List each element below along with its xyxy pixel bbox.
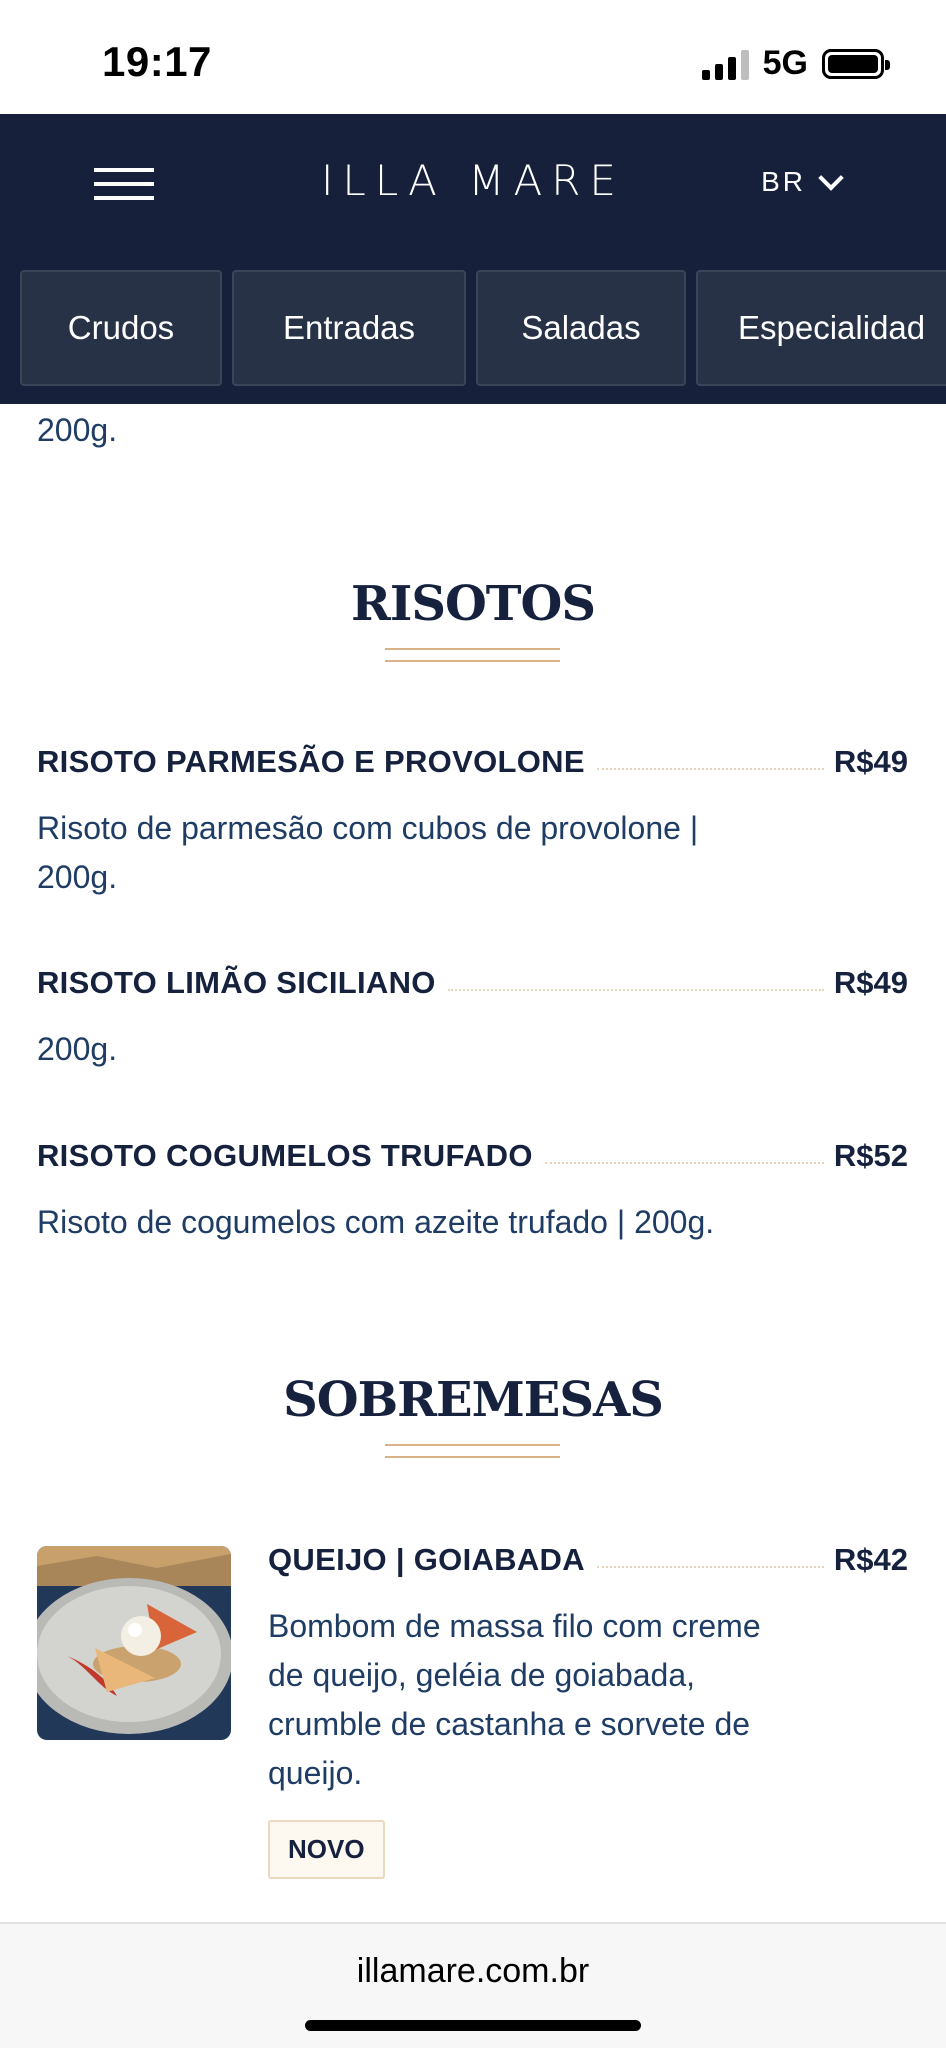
status-time: 19:17 [102, 38, 212, 85]
item-price: R$52 [833, 1138, 908, 1173]
site-header: ILLA MARE BR Crudos Entradas Saladas Esp… [0, 114, 946, 404]
menu-item: QUEIJO | GOIABADA R$42 Bombom de massa f… [268, 1542, 908, 1879]
item-name: QUEIJO | GOIABADA [268, 1542, 585, 1577]
item-description: Risoto de parmesão com cubos de provolon… [37, 804, 908, 902]
item-name: RISOTO COGUMELOS TRUFADO [37, 1138, 533, 1173]
status-bar: 19:17 5G [0, 0, 946, 114]
dotted-leader [447, 989, 824, 991]
category-tabs: Crudos Entradas Saladas Especialidad [20, 270, 946, 386]
menu-item: RISOTO PARMESÃO E PROVOLONE R$49 Risoto … [37, 744, 908, 902]
item-description-line: 200g. [37, 859, 118, 895]
dessert-photo[interactable] [37, 1546, 231, 1740]
item-description-line: crumble de castanha e sorvete de [268, 1706, 751, 1742]
menu-item: RISOTO COGUMELOS TRUFADO R$52 Risoto de … [37, 1138, 908, 1247]
dotted-leader [596, 1566, 824, 1568]
item-price: R$42 [833, 1542, 908, 1577]
dessert-plate-image [37, 1546, 231, 1740]
item-description-line: Bombom de massa filo com creme [268, 1608, 761, 1644]
item-name: RISOTO PARMESÃO E PROVOLONE [37, 744, 585, 779]
language-label: BR [761, 166, 806, 197]
menu-item: RISOTO LIMÃO SICILIANO R$49 200g. [37, 965, 908, 1074]
item-description: 200g. [37, 1031, 118, 1067]
section-title-sobremesas: SOBREMESAS [283, 1372, 664, 1428]
tab-saladas[interactable]: Saladas [476, 270, 686, 386]
item-name: RISOTO LIMÃO SICILIANO [37, 965, 436, 1000]
tab-especialidades[interactable]: Especialidad [696, 270, 946, 386]
item-description-line: de queijo, geléia de goiabada, [268, 1657, 696, 1693]
url-label[interactable]: illamare.com.br [0, 1952, 946, 1991]
network-type: 5G [762, 44, 808, 82]
tab-crudos[interactable]: Crudos [20, 270, 222, 386]
item-price: R$49 [833, 965, 908, 1000]
item-description: Risoto de cogumelos com azeite trufado |… [37, 1204, 715, 1240]
section-title-risotos: RISOTOS [350, 576, 596, 632]
item-description-line: queijo. [268, 1755, 363, 1791]
home-indicator[interactable] [305, 2020, 641, 2031]
status-indicators: 5G [701, 44, 890, 83]
battery-icon [822, 48, 890, 79]
item-price: R$49 [833, 744, 908, 779]
dotted-leader [596, 768, 824, 770]
title-underline [385, 648, 560, 662]
title-underline [385, 1444, 560, 1458]
new-badge: NOVO [268, 1820, 385, 1879]
item-description: 200g. [37, 412, 118, 448]
chevron-down-icon [818, 165, 844, 191]
dotted-leader [544, 1162, 824, 1164]
browser-address-bar[interactable]: illamare.com.br [0, 1922, 946, 2048]
item-description: Bombom de massa filo com creme de queijo… [268, 1602, 908, 1798]
cellular-signal-icon [701, 48, 749, 80]
tab-entradas[interactable]: Entradas [232, 270, 466, 386]
item-description-line: Risoto de parmesão com cubos de provolon… [37, 810, 699, 846]
language-selector[interactable]: BR [761, 165, 844, 198]
menu-content: 200g. RISOTOS RISOTO PARMESÃO E PROVOLON… [0, 404, 946, 1922]
